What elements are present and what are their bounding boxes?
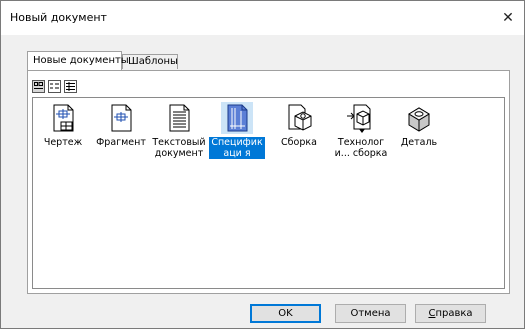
item-label: Фрагмент bbox=[96, 137, 146, 148]
view-mode-toolbar bbox=[32, 80, 77, 93]
fragment-icon bbox=[111, 104, 132, 132]
list-icon bbox=[50, 83, 59, 89]
tab-new-documents[interactable]: Новые документы bbox=[27, 51, 129, 70]
part-icon bbox=[408, 107, 430, 132]
new-document-dialog: Новый документ ✕ Новые документы Шаблоны bbox=[0, 0, 525, 329]
details-icon bbox=[66, 82, 75, 91]
list-item-tech-assembly[interactable]: Технологи... сборка bbox=[333, 102, 389, 159]
large-icons-icon bbox=[34, 82, 43, 89]
item-label: Текстовый документ bbox=[152, 137, 206, 159]
drawing-icon bbox=[53, 104, 74, 132]
list-item-fragment[interactable]: Фрагмент bbox=[93, 102, 149, 148]
assembly-icon bbox=[288, 104, 312, 131]
specification-icon bbox=[221, 102, 253, 134]
list-view-button[interactable] bbox=[48, 80, 61, 93]
text-document-icon bbox=[169, 104, 190, 132]
help-button[interactable]: Справка bbox=[415, 304, 486, 323]
item-label: Деталь bbox=[400, 137, 438, 148]
item-label: Технологи... сборка bbox=[334, 137, 388, 159]
cancel-button[interactable]: Отмена bbox=[335, 304, 406, 323]
list-item-drawing[interactable]: Чертеж bbox=[35, 102, 91, 148]
item-label: Чертеж bbox=[43, 137, 83, 148]
list-item-assembly[interactable]: Сборка bbox=[271, 102, 327, 148]
list-item-part[interactable]: Деталь bbox=[391, 102, 447, 148]
item-label: Спецификаци я bbox=[209, 137, 265, 159]
details-view-button[interactable] bbox=[64, 80, 77, 93]
tech-assembly-icon bbox=[347, 104, 371, 133]
tab-panel: Чертеж Фрагмент Текстовый документ Специ… bbox=[27, 70, 510, 294]
item-label: Сборка bbox=[281, 137, 317, 148]
help-label-rest: правка bbox=[435, 308, 473, 319]
tab-templates[interactable]: Шаблоны bbox=[122, 54, 178, 69]
dialog-title: Новый документ bbox=[10, 11, 107, 24]
document-type-list: Чертеж Фрагмент Текстовый документ Специ… bbox=[32, 97, 505, 289]
large-icons-view-button[interactable] bbox=[32, 80, 45, 93]
title-bar: Новый документ ✕ bbox=[1, 1, 524, 35]
list-item-text-document[interactable]: Текстовый документ bbox=[151, 102, 207, 159]
close-button[interactable]: ✕ bbox=[492, 1, 524, 35]
ok-button[interactable]: OK bbox=[250, 304, 321, 323]
list-item-specification[interactable]: Спецификаци я bbox=[209, 102, 265, 159]
